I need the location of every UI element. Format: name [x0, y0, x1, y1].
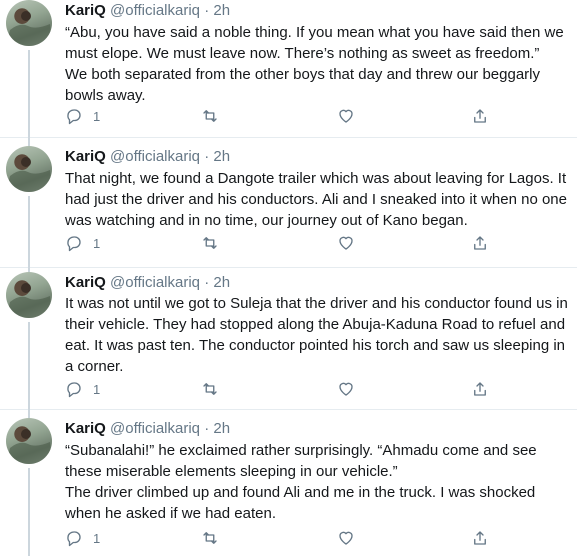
tweet[interactable]: KariQ @officialkariq · 2h “Subanalahi!” …: [0, 410, 577, 556]
separator-dot: ·: [204, 148, 210, 165]
separator-dot: ·: [204, 274, 210, 291]
share-icon: [471, 380, 489, 398]
reply-count: 1: [93, 108, 101, 124]
retweet-button[interactable]: [201, 106, 219, 126]
share-button[interactable]: [471, 528, 489, 548]
reply-count: 1: [93, 235, 101, 251]
avatar[interactable]: [6, 146, 52, 192]
thread-line: [28, 468, 30, 556]
tweet[interactable]: KariQ @officialkariq · 2h “Abu, you have…: [0, 0, 577, 138]
avatar[interactable]: [6, 0, 52, 46]
tweet[interactable]: KariQ @officialkariq · 2h It was not unt…: [0, 268, 577, 410]
share-button[interactable]: [471, 233, 489, 253]
reply-icon: [65, 529, 83, 547]
author-name[interactable]: KariQ: [65, 274, 106, 291]
avatar[interactable]: [6, 272, 52, 318]
retweet-icon: [201, 234, 219, 252]
thread-line: [28, 196, 30, 268]
reply-count: 1: [93, 381, 101, 397]
timestamp[interactable]: 2h: [213, 420, 230, 437]
reply-icon: [65, 107, 83, 125]
share-button[interactable]: [471, 379, 489, 399]
retweet-button[interactable]: [201, 379, 219, 399]
tweet-actions: 1: [65, 233, 565, 253]
tweet-header: KariQ @officialkariq · 2h: [65, 148, 230, 166]
author-handle[interactable]: @officialkariq: [110, 2, 200, 19]
tweet-actions: 1: [65, 379, 565, 399]
tweet-text: “Subanalahi!” he exclaimed rather surpri…: [65, 442, 537, 522]
reply-icon: [65, 380, 83, 398]
like-button[interactable]: [337, 233, 355, 253]
reply-button[interactable]: 1: [65, 106, 100, 126]
like-button[interactable]: [337, 528, 355, 548]
share-icon: [471, 107, 489, 125]
retweet-button[interactable]: [201, 528, 219, 548]
timestamp[interactable]: 2h: [213, 2, 230, 19]
heart-icon: [337, 107, 355, 125]
retweet-icon: [201, 380, 219, 398]
retweet-button[interactable]: [201, 233, 219, 253]
heart-icon: [337, 380, 355, 398]
tweet-text: That night, we found a Dangote trailer w…: [65, 170, 572, 229]
timestamp[interactable]: 2h: [213, 148, 230, 165]
author-handle[interactable]: @officialkariq: [110, 420, 200, 437]
tweet-header: KariQ @officialkariq · 2h: [65, 2, 230, 20]
tweet-actions: 1: [65, 528, 565, 548]
separator-dot: ·: [204, 420, 210, 437]
thread-line: [28, 50, 30, 138]
reply-button[interactable]: 1: [65, 233, 100, 253]
thread-line: [28, 410, 30, 418]
reply-icon: [65, 234, 83, 252]
share-icon: [471, 234, 489, 252]
separator-dot: ·: [204, 2, 210, 19]
retweet-icon: [201, 529, 219, 547]
timestamp[interactable]: 2h: [213, 274, 230, 291]
tweet-header: KariQ @officialkariq · 2h: [65, 420, 230, 438]
tweet-text: “Abu, you have said a noble thing. If yo…: [65, 24, 564, 104]
tweet[interactable]: KariQ @officialkariq · 2h That night, we…: [0, 138, 577, 268]
retweet-icon: [201, 107, 219, 125]
reply-button[interactable]: 1: [65, 528, 100, 548]
like-button[interactable]: [337, 106, 355, 126]
tweet-actions: 1: [65, 106, 565, 126]
reply-button[interactable]: 1: [65, 379, 100, 399]
author-handle[interactable]: @officialkariq: [110, 274, 200, 291]
author-name[interactable]: KariQ: [65, 148, 106, 165]
tweet-header: KariQ @officialkariq · 2h: [65, 274, 230, 292]
reply-count: 1: [93, 530, 101, 546]
share-icon: [471, 529, 489, 547]
heart-icon: [337, 529, 355, 547]
like-button[interactable]: [337, 379, 355, 399]
thread-line: [28, 138, 30, 146]
avatar[interactable]: [6, 418, 52, 464]
heart-icon: [337, 234, 355, 252]
author-handle[interactable]: @officialkariq: [110, 148, 200, 165]
share-button[interactable]: [471, 106, 489, 126]
author-name[interactable]: KariQ: [65, 2, 106, 19]
tweet-text: It was not until we got to Suleja that t…: [65, 295, 572, 375]
thread-line: [28, 322, 30, 410]
author-name[interactable]: KariQ: [65, 420, 106, 437]
